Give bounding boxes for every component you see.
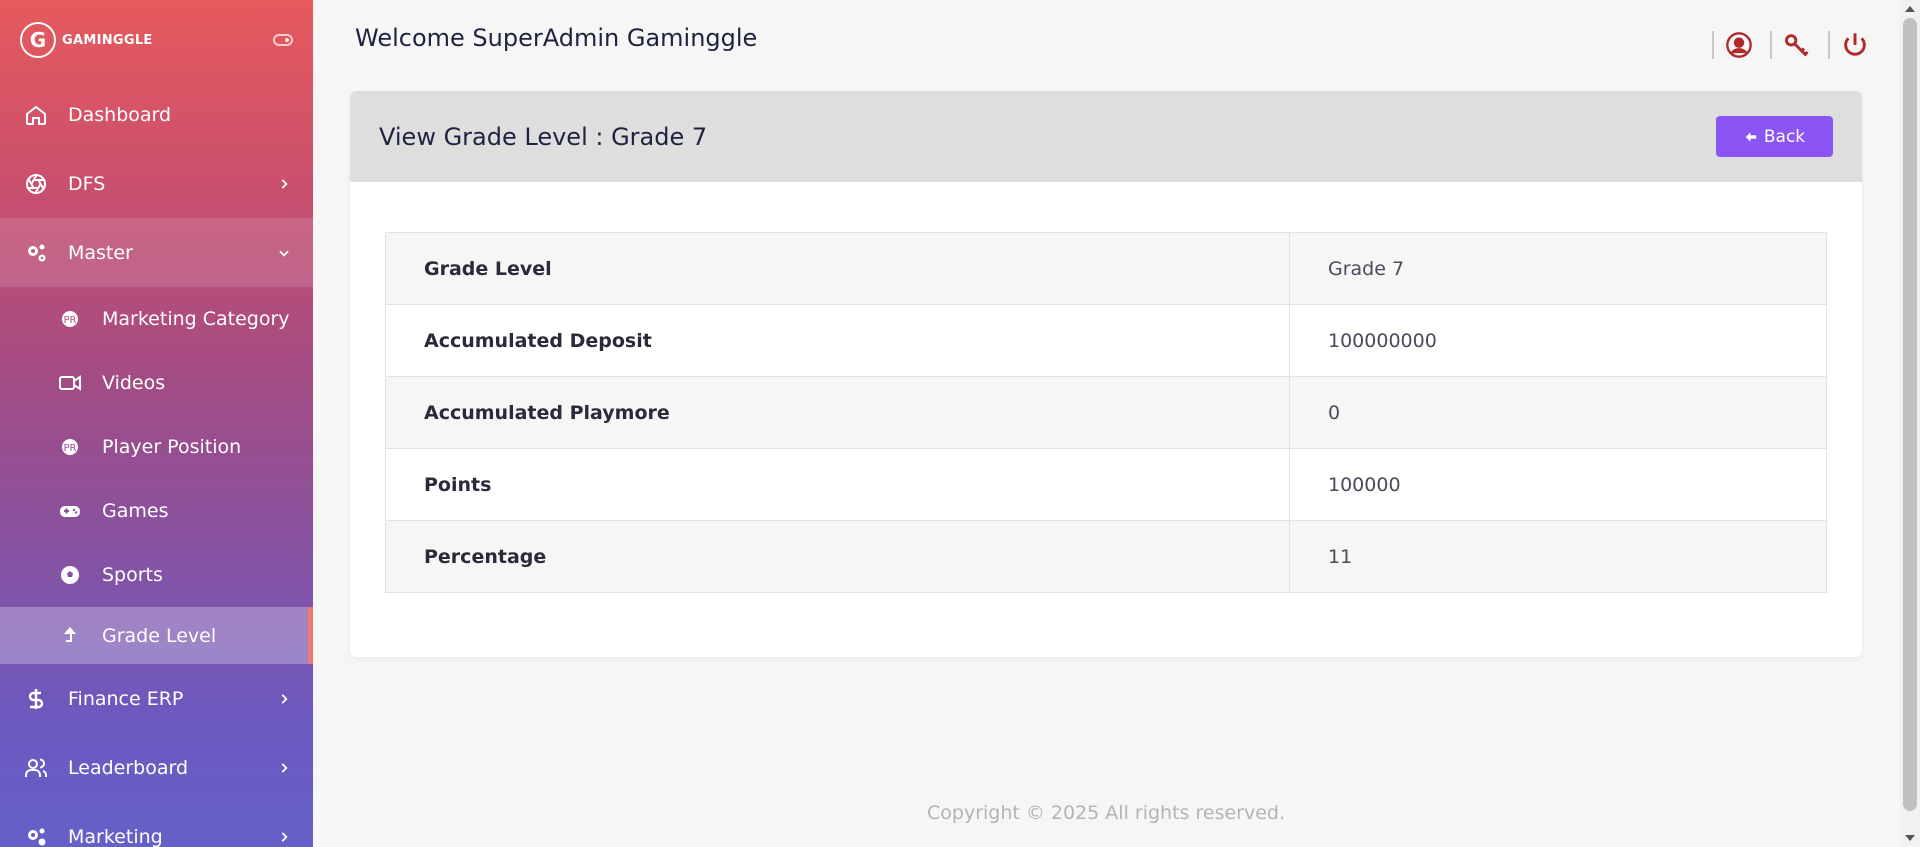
sidebar-subitem-label: Player Position (102, 436, 242, 458)
sidebar-subitem-marketing-category[interactable]: PR Marketing Category (0, 287, 313, 351)
table-row: Points 100000 (385, 448, 1827, 521)
badge-icon: PR (56, 433, 84, 461)
row-value: 100000 (1289, 448, 1827, 521)
sidebar-subitem-grade-level[interactable]: Grade Level (0, 607, 313, 664)
footer-copyright: Copyright © 2025 All rights reserved. (927, 802, 1286, 824)
sidebar-item-label: Leaderboard (68, 756, 189, 779)
row-key: Accumulated Deposit (385, 304, 1290, 377)
page-scrollbar[interactable] (1900, 0, 1920, 847)
sidebar-item-label: DFS (68, 172, 106, 195)
sidebar-subitem-label: Videos (102, 372, 166, 394)
video-camera-icon (56, 369, 84, 397)
sidebar-subitem-games[interactable]: Games (0, 479, 313, 543)
power-icon[interactable] (1840, 30, 1870, 60)
grade-level-card: View Grade Level : Grade 7 Back Grade Le… (350, 91, 1862, 657)
gamepad-icon (56, 497, 84, 525)
chevron-right-icon (281, 178, 288, 189)
arrow-left-icon (1745, 131, 1757, 142)
soccer-ball-icon (56, 561, 84, 589)
back-button[interactable]: Back (1716, 116, 1833, 157)
sidebar-subitem-label: Grade Level (102, 624, 217, 647)
row-value: 0 (1289, 376, 1827, 449)
sidebar-item-finance-erp[interactable]: Finance ERP (0, 664, 313, 733)
divider (1828, 31, 1830, 59)
chevron-right-icon (281, 693, 288, 704)
row-key: Points (385, 448, 1290, 521)
sidebar-subitem-player-position[interactable]: PR Player Position (0, 415, 313, 479)
header-actions (1696, 30, 1870, 60)
card-header: View Grade Level : Grade 7 Back (350, 91, 1862, 182)
sidebar-subitem-sports[interactable]: Sports (0, 543, 313, 607)
sidebar: G GAMINGGLE Dashboard DFS Master PR Mark… (0, 0, 313, 847)
table-row: Grade Level Grade 7 (385, 232, 1827, 305)
scroll-up-icon[interactable] (1905, 6, 1915, 12)
row-key: Grade Level (385, 232, 1290, 305)
sidebar-toggle-icon[interactable] (273, 34, 293, 46)
sidebar-item-label: Marketing (68, 825, 163, 847)
row-key: Percentage (385, 520, 1290, 593)
logo-row: G GAMINGGLE (0, 0, 313, 80)
user-profile-icon[interactable] (1724, 30, 1754, 60)
card-title: View Grade Level : Grade 7 (379, 122, 708, 151)
key-icon[interactable] (1782, 30, 1812, 60)
page-title: Welcome SuperAdmin Gaminggle (355, 24, 758, 52)
svg-text:PR: PR (64, 443, 77, 454)
users-icon (22, 754, 50, 782)
gears-icon (22, 239, 50, 267)
sidebar-item-dfs[interactable]: DFS (0, 149, 313, 218)
svg-text:PR: PR (64, 315, 77, 326)
table-row: Percentage 11 (385, 520, 1827, 593)
table-row: Accumulated Playmore 0 (385, 376, 1827, 449)
sidebar-item-marketing[interactable]: Marketing (0, 802, 313, 847)
chevron-right-icon (281, 831, 288, 842)
scroll-down-icon[interactable] (1905, 835, 1915, 841)
gears-icon (22, 823, 50, 847)
sidebar-item-label: Master (68, 241, 133, 264)
sidebar-subitem-videos[interactable]: Videos (0, 351, 313, 415)
sidebar-item-label: Dashboard (68, 103, 172, 126)
sidebar-item-leaderboard[interactable]: Leaderboard (0, 733, 313, 802)
row-value: Grade 7 (1289, 232, 1827, 305)
row-value: 100000000 (1289, 304, 1827, 377)
aperture-icon (22, 170, 50, 198)
home-icon (22, 101, 50, 129)
back-button-label: Back (1763, 126, 1806, 147)
chevron-right-icon (281, 762, 288, 773)
dollar-icon (22, 685, 50, 713)
row-key: Accumulated Playmore (385, 376, 1290, 449)
sidebar-item-label: Finance ERP (68, 687, 184, 710)
sidebar-item-dashboard[interactable]: Dashboard (0, 80, 313, 149)
row-value: 11 (1289, 520, 1827, 593)
chevron-down-icon (279, 250, 289, 257)
level-up-icon (56, 622, 84, 650)
badge-icon: PR (56, 305, 84, 333)
sidebar-item-master[interactable]: Master (0, 218, 313, 287)
divider (1770, 31, 1772, 59)
scroll-thumb[interactable] (1903, 18, 1917, 811)
divider (1712, 31, 1714, 59)
sidebar-subitem-label: Marketing Category (102, 308, 290, 330)
details-table: Grade Level Grade 7 Accumulated Deposit … (385, 232, 1827, 593)
table-row: Accumulated Deposit 100000000 (385, 304, 1827, 377)
sidebar-subitem-label: Sports (102, 564, 163, 586)
brand-name: GAMINGGLE (62, 32, 153, 48)
sidebar-subitem-label: Games (102, 500, 169, 522)
brand-logo-icon[interactable]: G (20, 22, 56, 58)
